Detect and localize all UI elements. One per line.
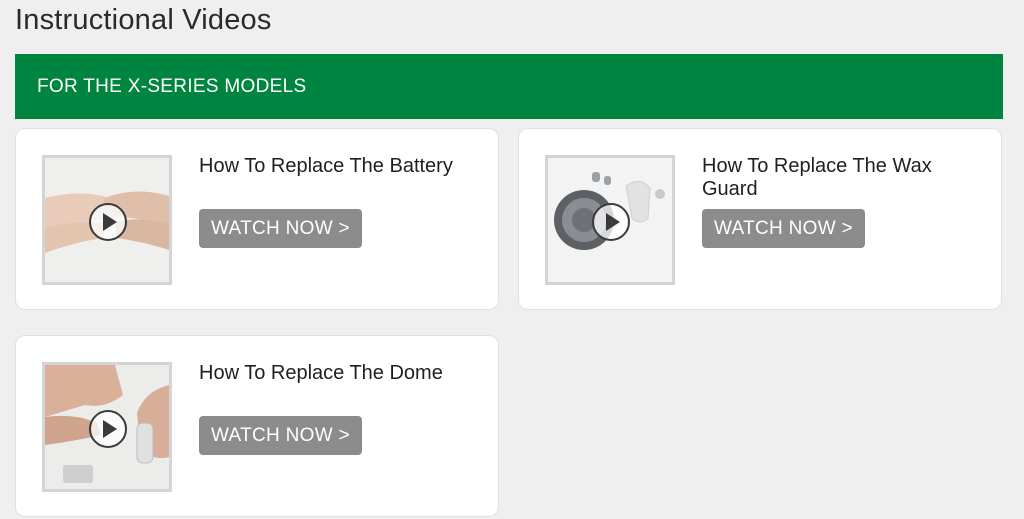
video-card-dome: How To Replace The Dome WATCH NOW > — [15, 335, 499, 517]
video-thumbnail-dome[interactable] — [42, 362, 172, 492]
video-card-battery: How To Replace The Battery WATCH NOW > — [15, 128, 499, 310]
video-title: How To Replace The Dome — [199, 362, 443, 384]
section-banner: FOR THE X-SERIES MODELS — [15, 54, 1003, 119]
play-icon[interactable] — [89, 203, 127, 241]
watch-now-button[interactable]: WATCH NOW > — [199, 209, 362, 248]
video-thumbnail-wax-guard[interactable] — [545, 155, 675, 285]
video-thumbnail-battery[interactable] — [42, 155, 172, 285]
video-title: How To Replace The Battery — [199, 155, 453, 177]
video-card-wax-guard: How To Replace The Wax Guard WATCH NOW > — [518, 128, 1002, 310]
page-title: Instructional Videos — [15, 4, 272, 36]
video-title: How To Replace The Wax Guard — [702, 155, 932, 200]
play-icon[interactable] — [592, 203, 630, 241]
watch-now-button[interactable]: WATCH NOW > — [702, 209, 865, 248]
watch-now-button[interactable]: WATCH NOW > — [199, 416, 362, 455]
play-icon[interactable] — [89, 410, 127, 448]
section-banner-label: FOR THE X-SERIES MODELS — [37, 75, 307, 97]
